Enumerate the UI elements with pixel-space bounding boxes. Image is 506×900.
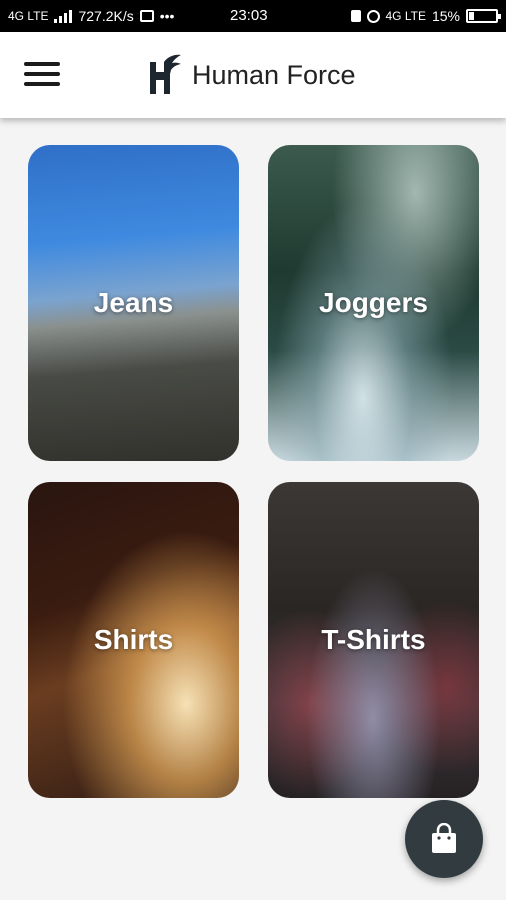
brand: Human Force bbox=[146, 54, 356, 96]
battery-icon bbox=[466, 9, 501, 23]
more-notifications-icon: ••• bbox=[159, 8, 175, 24]
category-label: Joggers bbox=[319, 287, 428, 318]
category-label: Jeans bbox=[93, 287, 174, 318]
winged-logo-icon bbox=[150, 54, 181, 94]
app-bar: Human Force bbox=[0, 32, 506, 118]
category-card-shirts[interactable]: Shirts bbox=[28, 482, 239, 798]
lock-icon bbox=[350, 10, 361, 22]
menu-button[interactable] bbox=[20, 56, 64, 96]
category-card-tshirts[interactable]: T-Shirts bbox=[268, 482, 479, 798]
category-label: T-Shirts bbox=[321, 624, 426, 655]
category-card-jeans[interactable]: Jeans bbox=[28, 145, 239, 461]
clock: 23:03 bbox=[230, 7, 268, 24]
app-title: Human Force bbox=[192, 59, 356, 90]
cart-button[interactable] bbox=[405, 800, 483, 878]
screenshot-icon bbox=[139, 10, 154, 22]
shopping-bag-icon bbox=[432, 823, 456, 853]
network-type-right: 4G LTE bbox=[385, 9, 426, 23]
battery-percent: 15% bbox=[431, 8, 460, 24]
category-card-joggers[interactable]: Joggers bbox=[268, 145, 479, 461]
status-bar: 4G LTE 727.2K/s ••• 23:03 4G LTE 15% bbox=[0, 0, 506, 32]
category-label: Shirts bbox=[93, 624, 174, 655]
hamburger-icon bbox=[24, 62, 60, 66]
signal-icon bbox=[54, 9, 73, 23]
alarm-icon bbox=[366, 9, 380, 23]
network-type-left: 4G LTE bbox=[8, 9, 49, 23]
network-speed: 727.2K/s bbox=[78, 8, 134, 24]
